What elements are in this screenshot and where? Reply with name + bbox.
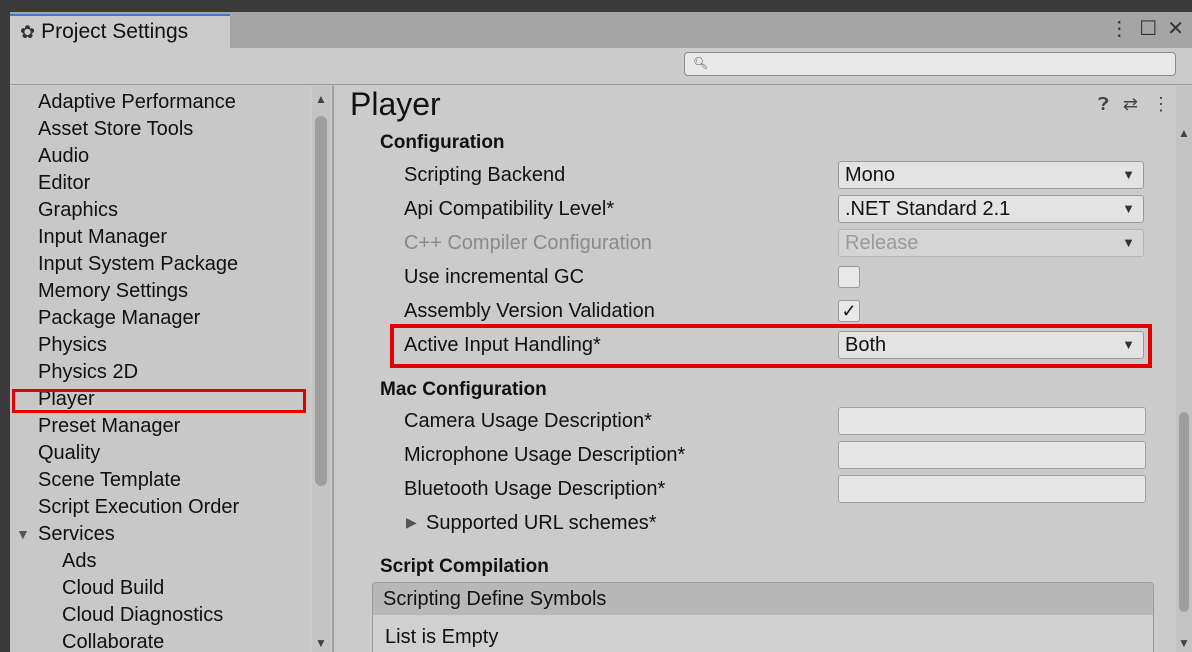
scripting-backend-value: Mono [845,164,896,186]
bluetooth-usage-label: Bluetooth Usage Description* [404,478,666,500]
kebab-menu-icon[interactable]: ⋮ [1109,16,1129,41]
api-compat-dropdown[interactable]: .NET Standard 2.1 ▼ [838,195,1144,223]
player-settings-panel: Player ❓︎ ⇄ ⋮ Configuration Scripting Ba… [336,86,1176,652]
sidebar-item-input-system-package[interactable]: Input System Package [38,252,238,276]
tab-project-settings[interactable]: ✿ Project Settings [10,14,230,48]
sidebar-item-adaptive-performance[interactable]: Adaptive Performance [38,90,236,114]
sidebar-scroll-thumb[interactable] [315,116,327,486]
scroll-up-icon[interactable]: ▲ [315,92,327,106]
sidebar-item-physics[interactable]: Physics [38,333,107,357]
cpp-compiler-dropdown: Release ▼ [838,229,1144,257]
sidebar-item-scene-template[interactable]: Scene Template [38,468,181,492]
define-symbols-header: Scripting Define Symbols [373,583,1153,615]
assembly-validation-label: Assembly Version Validation [404,300,655,322]
settings-sidebar: Adaptive Performance Asset Store Tools A… [10,86,310,652]
scripting-backend-dropdown[interactable]: Mono ▼ [838,161,1144,189]
sidebar-item-physics-2d[interactable]: Physics 2D [38,360,138,384]
header-icons: ❓︎ ⇄ ⋮ [1098,94,1170,115]
page-title: Player [350,86,441,122]
mac-configuration-heading: Mac Configuration [380,379,547,400]
panel-divider[interactable] [332,86,334,652]
window-controls: ⋮ ☐ ✕ [1109,16,1184,41]
define-symbols-list: Scripting Define Symbols List is Empty [372,582,1154,652]
foldout-arrow-icon[interactable]: ▶ [406,514,417,531]
bluetooth-usage-field[interactable] [838,475,1146,503]
search-row: 🔍︎ [10,48,1192,85]
maximize-icon[interactable]: ☐ [1139,16,1157,41]
active-input-label: Active Input Handling* [404,334,601,356]
search-input[interactable]: 🔍︎ [684,52,1176,76]
api-compat-label: Api Compatibility Level* [404,198,615,220]
camera-usage-label: Camera Usage Description* [404,410,652,432]
scripting-backend-label: Scripting Backend [404,164,566,186]
assembly-validation-checkbox[interactable]: ✓ [838,300,860,322]
sidebar-scrollbar[interactable]: ▲ ▼ [312,86,330,652]
search-icon: 🔍︎ [693,56,709,70]
sidebar-item-input-manager[interactable]: Input Manager [38,225,167,249]
sidebar-item-collaborate[interactable]: Collaborate [62,630,164,652]
main-scrollbar[interactable]: ▲ ▼ [1176,86,1192,652]
sidebar-item-asset-store-tools[interactable]: Asset Store Tools [38,117,193,141]
gear-icon: ✿ [20,21,36,42]
cpp-compiler-value: Release [845,232,919,254]
active-input-dropdown[interactable]: Both ▼ [838,331,1144,359]
define-symbols-empty: List is Empty [373,615,1153,652]
tab-title: Project Settings [41,20,189,43]
camera-usage-field[interactable] [838,407,1146,435]
help-icon[interactable]: ❓︎ [1098,94,1109,115]
incremental-gc-label: Use incremental GC [404,266,585,288]
sidebar-item-quality[interactable]: Quality [38,441,100,465]
sidebar-item-memory-settings[interactable]: Memory Settings [38,279,188,303]
tab-bar: ✿ Project Settings ⋮ ☐ ✕ [10,12,1192,48]
dropdown-arrow-icon: ▼ [1122,235,1135,250]
script-compilation-heading: Script Compilation [380,556,549,577]
dropdown-arrow-icon: ▼ [1122,337,1135,352]
configuration-heading: Configuration [380,132,505,153]
presets-icon[interactable]: ⇄ [1123,94,1138,115]
microphone-usage-label: Microphone Usage Description* [404,444,686,466]
project-settings-window: ✿ Project Settings ⋮ ☐ ✕ 🔍︎ Adaptive Per… [10,12,1192,652]
sidebar-item-graphics[interactable]: Graphics [38,198,118,222]
scroll-up-icon[interactable]: ▲ [1178,126,1190,140]
sidebar-item-script-execution-order[interactable]: Script Execution Order [38,495,239,519]
dropdown-arrow-icon: ▼ [1122,167,1135,182]
sidebar-item-preset-manager[interactable]: Preset Manager [38,414,180,438]
player-highlight-box [12,389,306,413]
url-schemes-foldout[interactable]: Supported URL schemes* [426,511,657,535]
sidebar-item-audio[interactable]: Audio [38,144,89,168]
sidebar-item-editor[interactable]: Editor [38,171,90,195]
kebab-menu-icon[interactable]: ⋮ [1152,94,1170,115]
dropdown-arrow-icon: ▼ [1122,201,1135,216]
scroll-down-icon[interactable]: ▼ [1178,636,1190,650]
sidebar-item-cloud-build[interactable]: Cloud Build [62,576,164,600]
sidebar-item-services[interactable]: Services [38,522,115,546]
active-input-value: Both [845,334,887,356]
cpp-compiler-label: C++ Compiler Configuration [404,232,652,254]
api-compat-value: .NET Standard 2.1 [845,198,1011,220]
sidebar-item-package-manager[interactable]: Package Manager [38,306,200,330]
sidebar-item-ads[interactable]: Ads [62,549,96,573]
scroll-down-icon[interactable]: ▼ [315,636,327,650]
services-foldout-icon[interactable]: ▼ [16,526,30,542]
main-scroll-thumb[interactable] [1179,412,1189,612]
incremental-gc-checkbox[interactable] [838,266,860,288]
sidebar-item-cloud-diagnostics[interactable]: Cloud Diagnostics [62,603,223,627]
microphone-usage-field[interactable] [838,441,1146,469]
close-icon[interactable]: ✕ [1167,16,1184,41]
